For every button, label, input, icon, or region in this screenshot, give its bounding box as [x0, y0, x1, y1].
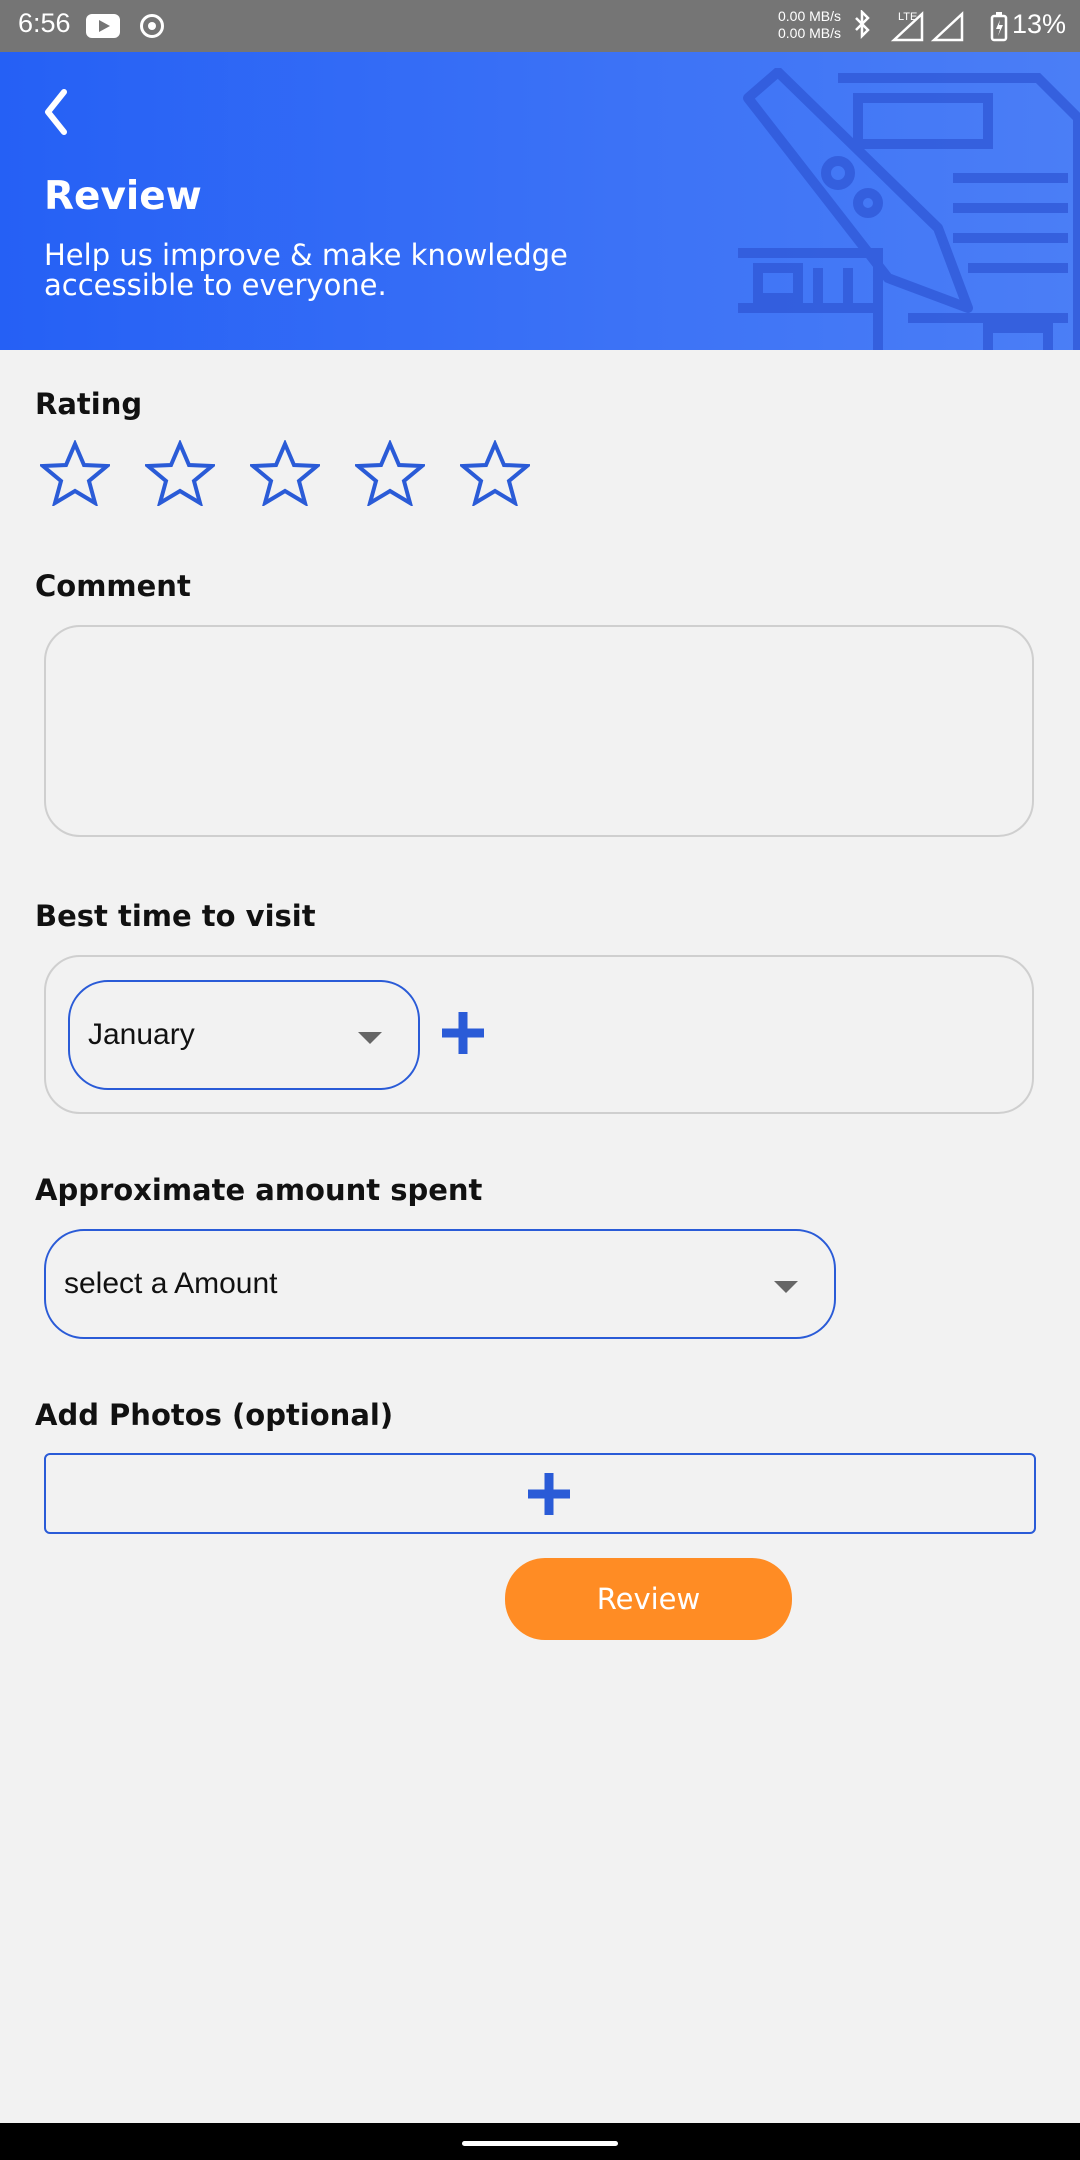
youtube-icon: [86, 14, 120, 38]
month-dropdown[interactable]: January: [68, 980, 420, 1090]
pencil-document-illustration: [738, 68, 1080, 350]
plus-icon: [528, 1473, 570, 1515]
star-icon-1[interactable]: [40, 440, 110, 506]
amount-placeholder: select a Amount: [64, 1267, 278, 1300]
chevron-down-icon: [358, 1032, 382, 1044]
record-icon: [140, 14, 164, 38]
month-selected-value: January: [88, 1018, 195, 1051]
status-time: 6:56: [18, 8, 71, 38]
battery-percent: 13%: [1012, 9, 1067, 39]
net-up: 0.00 MB/s: [778, 8, 842, 24]
amount-dropdown[interactable]: select a Amount: [44, 1229, 836, 1339]
review-submit-button[interactable]: Review: [505, 1558, 792, 1640]
home-handle[interactable]: [462, 2141, 618, 2146]
signal-icons: LTE: [855, 10, 1008, 42]
photos-label: Add Photos (optional): [35, 1398, 394, 1432]
star-icon-2[interactable]: [145, 440, 215, 506]
header-banner: Review Help us improve & make knowledge …: [0, 52, 1080, 350]
bluetooth-icon: [855, 10, 870, 40]
network-speed: 0.00 MB/s 0.00 MB/s: [778, 8, 841, 42]
comment-field[interactable]: [44, 625, 1034, 837]
battery-icon: [990, 12, 1008, 42]
page-subtitle: Help us improve & make knowledge accessi…: [44, 238, 568, 302]
status-bar: 6:56 0.00 MB/s 0.00 MB/s LTE 13%: [0, 0, 1080, 52]
signal-icon-2: [930, 11, 964, 42]
add-photos-button[interactable]: [44, 1453, 1036, 1534]
navigation-bar: [0, 2123, 1080, 2160]
chevron-down-icon: [774, 1281, 798, 1293]
amount-label: Approximate amount spent: [35, 1173, 483, 1207]
add-month-icon[interactable]: [440, 1010, 486, 1056]
star-icon-3[interactable]: [250, 440, 320, 506]
comment-label: Comment: [35, 569, 191, 603]
back-arrow-icon[interactable]: [36, 82, 76, 142]
net-down: 0.00 MB/s: [778, 25, 842, 41]
star-icon-4[interactable]: [355, 440, 425, 506]
rating-label: Rating: [35, 387, 143, 421]
star-icon-5[interactable]: [460, 440, 530, 506]
page-title: Review: [44, 174, 202, 219]
best-time-label: Best time to visit: [35, 899, 316, 933]
